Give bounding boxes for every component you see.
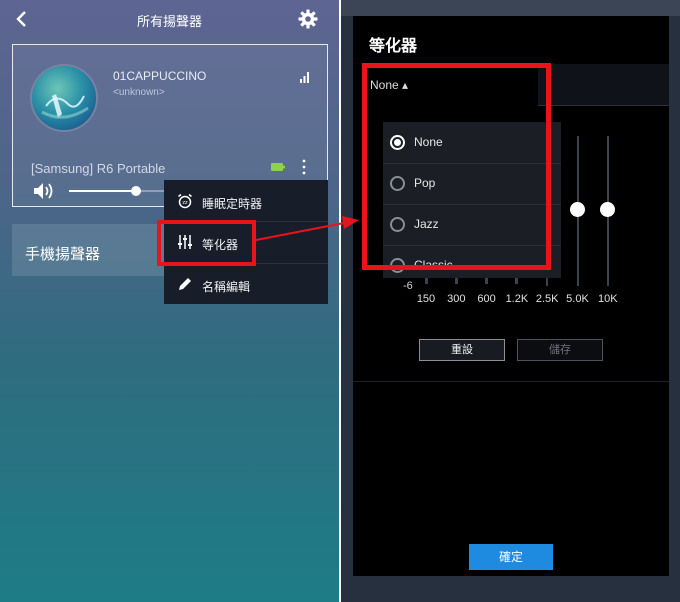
page-title: 所有揚聲器 xyxy=(136,14,202,29)
alarm-clock-icon: zz xyxy=(178,193,192,209)
eq-band-label: 600 xyxy=(477,293,496,305)
divider xyxy=(353,381,669,382)
eq-band-label: 300 xyxy=(447,293,466,305)
eq-band-knob[interactable] xyxy=(570,202,585,217)
eq-band-label: 150 xyxy=(416,293,436,305)
highlight-box xyxy=(157,220,256,266)
eq-band-label: 2.5K xyxy=(535,293,559,305)
eq-band-label: 1.2K xyxy=(505,293,529,305)
phone-speaker-item[interactable]: 手機揚聲器 xyxy=(12,224,172,276)
speaker-list-screen: 所有揚聲器 01CAPPUCCINO <unknown> [Samsung] R… xyxy=(0,0,339,602)
menu-item-sleep-timer[interactable]: zz 睡眠定時器 xyxy=(164,181,328,222)
confirm-button[interactable]: 確定 xyxy=(469,544,553,570)
highlight-box xyxy=(362,63,551,270)
svg-text:zz: zz xyxy=(182,200,188,206)
battery-icon xyxy=(271,163,285,171)
pencil-icon xyxy=(179,278,191,290)
more-vertical-icon[interactable] xyxy=(301,159,307,175)
volume-icon[interactable] xyxy=(33,182,55,200)
reset-button[interactable]: 重設 xyxy=(419,339,505,361)
phone-speaker-label: 手機揚聲器 xyxy=(25,246,101,263)
menu-item-label: 睡眠定時器 xyxy=(202,197,263,211)
eq-band-label: 5.0K xyxy=(566,293,589,305)
menu-item-rename[interactable]: 名稱編輯 xyxy=(164,264,328,305)
eq-band-label: 10K xyxy=(598,293,618,305)
save-button[interactable]: 儲存 xyxy=(517,339,603,361)
menu-item-label: 名稱編輯 xyxy=(202,280,251,294)
volume-slider-knob[interactable] xyxy=(131,186,142,196)
track-artist: <unknown> xyxy=(113,87,165,98)
track-title: 01CAPPUCCINO xyxy=(113,69,207,83)
signal-strength-icon xyxy=(300,72,309,83)
gear-icon[interactable] xyxy=(298,9,318,29)
device-name: [Samsung] R6 Portable xyxy=(31,161,166,176)
dimmed-header xyxy=(341,0,680,16)
album-art xyxy=(32,66,96,130)
header: 所有揚聲器 xyxy=(0,0,339,38)
volume-slider-fill xyxy=(69,190,137,192)
equalizer-screen: 等化器 None ▴ 150 300 600 1.2K 2.5K 5.0K 10K -6 重… xyxy=(341,0,680,602)
eq-band-knob[interactable] xyxy=(600,202,616,217)
